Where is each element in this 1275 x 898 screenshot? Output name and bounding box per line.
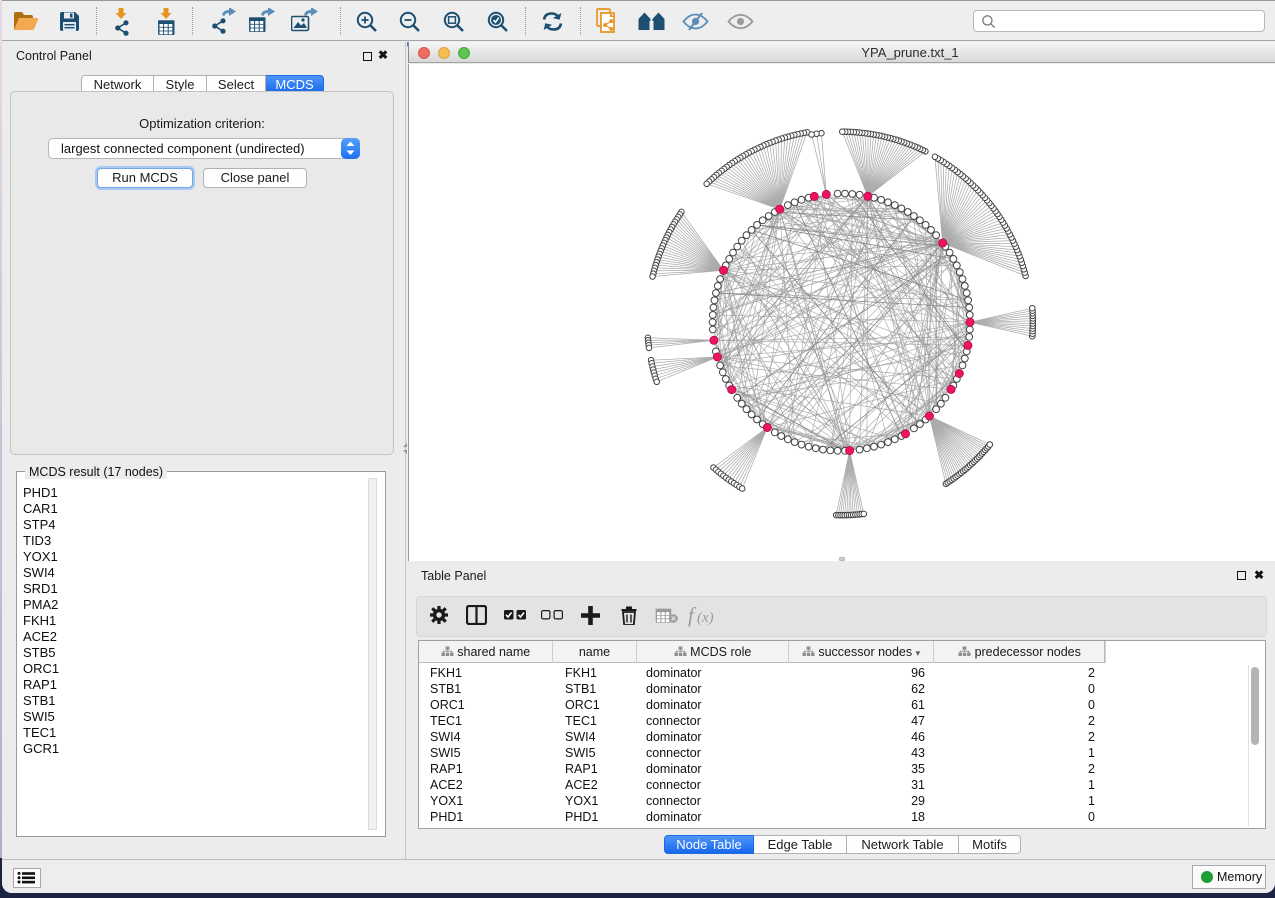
svg-text:f: f <box>688 603 697 627</box>
svg-text:(x): (x) <box>697 610 714 626</box>
